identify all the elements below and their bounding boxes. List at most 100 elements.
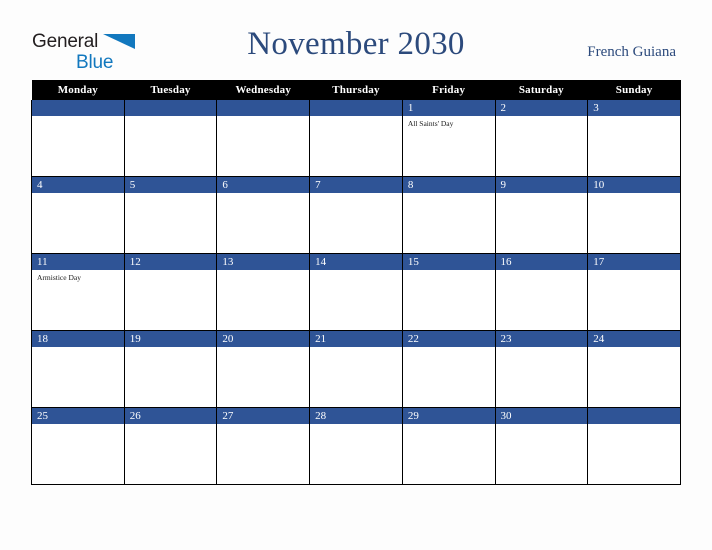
day-box: 25	[32, 408, 124, 484]
day-number	[310, 100, 402, 116]
calendar-empty-cell[interactable]	[123, 100, 218, 177]
weekday-header-friday: Friday	[402, 80, 496, 100]
day-number: 24	[588, 331, 680, 347]
day-box	[32, 100, 124, 176]
calendar-day-cell[interactable]: 5	[123, 176, 218, 254]
day-box: 21	[310, 331, 402, 407]
calendar-page: General Blue November 2030 French Guiana…	[0, 0, 712, 550]
day-events	[496, 347, 588, 350]
calendar-day-cell[interactable]: 11 Armistice Day	[31, 253, 125, 331]
day-events	[496, 270, 588, 273]
day-number	[588, 408, 680, 424]
page-header: General Blue November 2030 French Guiana	[0, 0, 712, 78]
calendar-empty-cell[interactable]	[587, 407, 681, 485]
day-box: 5	[124, 177, 217, 253]
day-events	[32, 193, 124, 196]
calendar-day-cell[interactable]: 7	[309, 176, 403, 254]
day-number: 3	[588, 100, 680, 116]
day-number: 8	[402, 177, 495, 193]
calendar-day-cell[interactable]: 13	[216, 253, 311, 331]
calendar-day-cell[interactable]: 16	[494, 253, 589, 331]
day-events	[588, 116, 680, 119]
calendar-day-cell[interactable]: 12	[123, 253, 218, 331]
day-box: 14	[310, 254, 402, 330]
calendar-empty-cell[interactable]	[309, 100, 403, 177]
day-number: 29	[402, 408, 495, 424]
calendar-day-cell[interactable]: 8	[401, 176, 496, 254]
day-events	[496, 424, 588, 427]
weekday-header-sunday: Sunday	[587, 80, 681, 100]
day-events	[217, 193, 309, 196]
calendar-day-cell[interactable]: 26	[123, 407, 218, 485]
day-number: 14	[310, 254, 402, 270]
day-box: 9	[495, 177, 588, 253]
calendar-day-cell[interactable]: 14	[309, 253, 403, 331]
day-number: 19	[124, 331, 217, 347]
calendar-day-cell[interactable]: 15	[401, 253, 496, 331]
day-number: 5	[124, 177, 217, 193]
day-events	[588, 424, 680, 427]
calendar-day-cell[interactable]: 23	[494, 330, 589, 408]
day-events	[125, 347, 217, 350]
calendar-day-cell[interactable]: 25	[31, 407, 125, 485]
day-events	[403, 347, 495, 350]
calendar-day-cell[interactable]: 24	[587, 330, 681, 408]
day-events	[310, 424, 402, 427]
day-events	[32, 424, 124, 427]
day-number	[217, 100, 310, 116]
day-number: 28	[310, 408, 402, 424]
calendar-week-row: 25 26 27 28 29 30	[31, 407, 681, 485]
calendar-day-cell[interactable]: 9	[494, 176, 589, 254]
calendar-day-cell[interactable]: 6	[216, 176, 311, 254]
day-number	[32, 100, 124, 116]
day-box: 23	[495, 331, 588, 407]
calendar-day-cell[interactable]: 21	[309, 330, 403, 408]
day-box: 13	[217, 254, 310, 330]
calendar-day-cell[interactable]: 2	[494, 100, 589, 177]
day-number: 6	[217, 177, 310, 193]
calendar-week-row: 4 5 6 7 8 9 10	[31, 176, 681, 254]
day-events	[496, 116, 588, 119]
day-events	[217, 270, 309, 273]
day-events	[310, 270, 402, 273]
day-events	[588, 270, 680, 273]
calendar-day-cell[interactable]: 29	[401, 407, 496, 485]
day-number	[124, 100, 217, 116]
calendar-empty-cell[interactable]	[216, 100, 311, 177]
day-events	[125, 116, 217, 119]
calendar-day-cell[interactable]: 19	[123, 330, 218, 408]
day-events	[403, 193, 495, 196]
day-number: 13	[217, 254, 310, 270]
calendar-day-cell[interactable]: 4	[31, 176, 125, 254]
day-events: Armistice Day	[32, 270, 124, 283]
day-box: 10	[588, 177, 680, 253]
day-number: 21	[310, 331, 402, 347]
day-number: 18	[32, 331, 124, 347]
calendar-day-cell[interactable]: 3	[587, 100, 681, 177]
calendar-day-cell[interactable]: 1 All Saints' Day	[401, 100, 496, 177]
calendar-day-cell[interactable]: 18	[31, 330, 125, 408]
calendar-day-cell[interactable]: 10	[587, 176, 681, 254]
day-events	[310, 347, 402, 350]
day-box	[588, 408, 680, 484]
day-number: 16	[495, 254, 588, 270]
day-events	[217, 116, 309, 119]
day-box: 4	[32, 177, 124, 253]
day-box: 11 Armistice Day	[32, 254, 124, 330]
calendar-day-cell[interactable]: 30	[494, 407, 589, 485]
calendar-day-cell[interactable]: 28	[309, 407, 403, 485]
calendar-day-cell[interactable]: 22	[401, 330, 496, 408]
calendar-day-cell[interactable]: 17	[587, 253, 681, 331]
day-number: 25	[32, 408, 124, 424]
day-events	[588, 347, 680, 350]
day-number: 9	[495, 177, 588, 193]
day-events	[496, 193, 588, 196]
day-box: 12	[124, 254, 217, 330]
calendar-day-cell[interactable]: 27	[216, 407, 311, 485]
day-box: 1 All Saints' Day	[402, 100, 495, 176]
calendar-empty-cell[interactable]	[31, 100, 125, 177]
holiday-label: Armistice Day	[37, 273, 81, 282]
holiday-label: All Saints' Day	[407, 119, 454, 128]
calendar-day-cell[interactable]: 20	[216, 330, 311, 408]
day-number: 26	[124, 408, 217, 424]
